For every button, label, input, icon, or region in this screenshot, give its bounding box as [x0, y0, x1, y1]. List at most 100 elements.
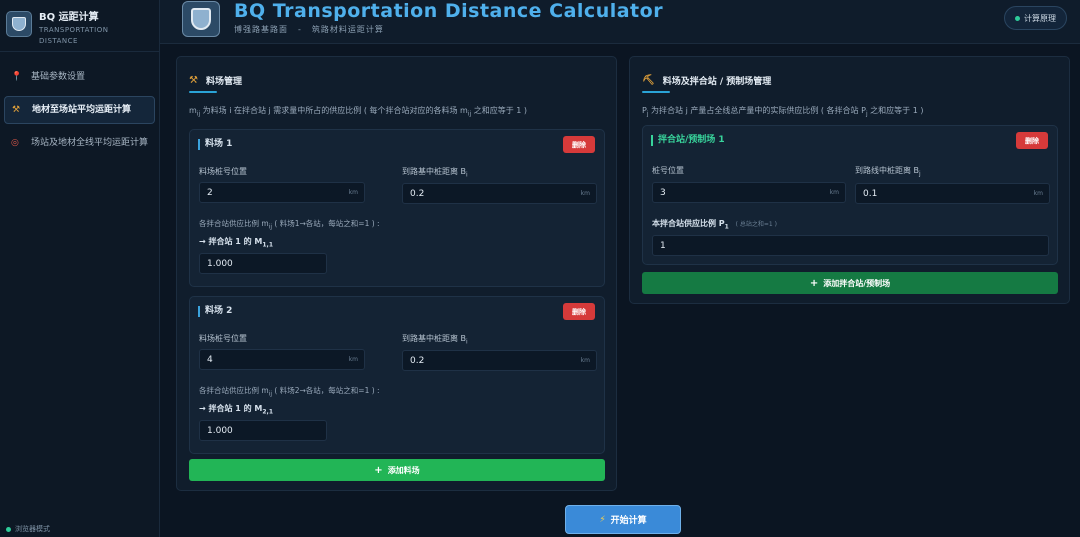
ratio-description: 各拌合站供应比例 mij ( 料场1→各站，每站之和=1 ) :	[199, 218, 380, 231]
ratio-description: 各拌合站供应比例 mij ( 料场2→各站，每站之和=1 ) :	[199, 385, 380, 398]
desc-suffix: 之和应等于 1 )	[867, 106, 924, 115]
ratio-label: → 拌合站 1 的 M2,1	[199, 403, 273, 416]
unit-label: km	[580, 190, 590, 197]
station-panel: ⛏ 料场及拌合站 / 预制场管理 Pj 为拌合站 j 产量占全线总产量中的实际供…	[629, 56, 1070, 304]
add-material-yard-button[interactable]: + 添加料场	[189, 459, 605, 481]
ratio-input[interactable]: 1	[652, 235, 1049, 256]
add-station-button[interactable]: + 添加拌合站/预制场	[642, 272, 1058, 294]
ratio-input[interactable]: 1.000	[199, 253, 327, 274]
ratio-desc-text: 各拌合站供应比例 m	[199, 386, 269, 395]
desc-main: 为料场 i 在拌合站 j 需求量中所占的供应比例 ( 每个拌合站对应的各料场 m	[200, 106, 468, 115]
status-dot-icon	[1015, 15, 1020, 21]
dist-label-text: 到路基中桩距离 B	[402, 334, 467, 343]
dist-value: 0.2	[410, 188, 425, 199]
unit-label: km	[829, 189, 839, 196]
browser-mode-status: 浏览器模式	[6, 524, 50, 534]
desc-suffix: 之和应等于 1 )	[471, 106, 528, 115]
dist-label-text: 到路基中桩距离 B	[402, 167, 467, 176]
ratio-desc-text: 各拌合站供应比例 m	[199, 219, 269, 228]
construction-icon: ⛏	[642, 74, 655, 86]
theory-button[interactable]: 计算原理	[1004, 6, 1067, 30]
desc-prefix: m	[189, 106, 197, 115]
pos-value: 2	[207, 187, 213, 198]
add-button-label: 添加料场	[387, 465, 420, 475]
card-title: 拌合站/预制场 1	[651, 135, 725, 146]
lightning-icon: ⚡	[599, 514, 606, 525]
calc-button-label: 开始计算	[610, 516, 647, 526]
pos-label: 桩号位置	[652, 166, 684, 175]
browser-mode-label: 浏览器模式	[15, 525, 50, 533]
sidebar-item-label: 基础参数设置	[31, 72, 86, 82]
station-card: 拌合站/预制场 1 删除 桩号位置 3 km 到路线中桩距离 Bj 0.1 km…	[642, 125, 1058, 265]
pos-value: 4	[207, 354, 213, 365]
sidebar-item-label: 地材至场站平均运距计算	[32, 105, 132, 115]
unit-label: km	[348, 356, 358, 363]
ratio-label-sub: 2,1	[262, 408, 274, 416]
start-calculation-button[interactable]: ⚡ 开始计算	[565, 505, 681, 534]
ratio-label-sub: 1,1	[262, 241, 274, 249]
panel-title: ⚒ 料场管理	[177, 57, 616, 91]
material-yard-card: 料场 1 删除 料场桩号位置 2 km 到路基中桩距离 Bi 0.2 km 各拌…	[189, 129, 605, 287]
brand-subtitle: TRANSPORTATION DISTANCE	[39, 26, 109, 45]
ratio-label-text: → 拌合站 1 的 M	[199, 237, 263, 246]
panel-description: Pj 为拌合站 j 产量占全线总产量中的实际供应比例 ( 各拌合站 Pj 之和应…	[630, 93, 1069, 121]
ratio-value: 1.000	[207, 258, 233, 269]
ratio-desc-suffix: ( 料场1→各站，每站之和=1 ) :	[272, 219, 380, 228]
dist-sub: i	[466, 338, 468, 346]
ratio-value: 1	[660, 240, 666, 251]
ratio-label: 本拌合站供应比例 P1 ( 总站之和=1 )	[652, 218, 777, 231]
panel-title-text: 料场管理	[205, 76, 242, 87]
add-button-label: 添加拌合站/预制场	[823, 278, 891, 288]
pos-input[interactable]: 3 km	[652, 182, 846, 203]
sidebar-item-material-to-station[interactable]: ⚒ 地材至场站平均运距计算	[4, 96, 155, 124]
pos-input[interactable]: 4 km	[199, 349, 365, 370]
ratio-input[interactable]: 1.000	[199, 420, 327, 441]
dist-input[interactable]: 0.2 km	[402, 350, 597, 371]
ratio-label: → 拌合站 1 的 M1,1	[199, 236, 273, 249]
dist-sub: j	[919, 170, 921, 178]
ratio-value: 1.000	[207, 425, 233, 436]
dist-label: 到路线中桩距离 Bj	[855, 165, 921, 178]
dist-input[interactable]: 0.1 km	[855, 183, 1050, 204]
pos-value: 3	[660, 187, 666, 198]
dist-sub: i	[466, 171, 468, 179]
sidebar-item-label: 场站及地材全线平均运距计算	[31, 138, 149, 148]
unit-label: km	[1033, 190, 1043, 197]
dist-value: 0.2	[410, 355, 425, 366]
material-yard-panel: ⚒ 料场管理 mij 为料场 i 在拌合站 j 需求量中所占的供应比例 ( 每个…	[176, 56, 617, 491]
sidebar-item-basic-params[interactable]: 📍 基础参数设置	[4, 64, 155, 90]
app-title: BQ Transportation Distance Calculator	[234, 0, 664, 22]
desc-main: 为拌合站 j 产量占全线总产量中的实际供应比例 ( 各拌合站 P	[648, 106, 866, 115]
pos-input[interactable]: 2 km	[199, 182, 365, 203]
plus-icon: +	[374, 464, 383, 476]
delete-button[interactable]: 删除	[1016, 132, 1048, 149]
header-logo-icon	[182, 1, 220, 37]
panel-description: mij 为料场 i 在拌合站 j 需求量中所占的供应比例 ( 每个拌合站对应的各…	[177, 93, 616, 121]
panel-title: ⛏ 料场及拌合站 / 预制场管理	[630, 57, 1069, 91]
ratio-label-text: 本拌合站供应比例 P	[652, 219, 725, 228]
dist-input[interactable]: 0.2 km	[402, 183, 597, 204]
brand: BQ 运距计算 TRANSPORTATION DISTANCE	[0, 0, 159, 52]
panel-title-text: 料场及拌合站 / 预制场管理	[662, 76, 772, 87]
plus-icon: +	[809, 277, 819, 289]
delete-button[interactable]: 删除	[563, 136, 595, 153]
unit-label: km	[580, 357, 590, 364]
theory-button-label: 计算原理	[1024, 13, 1056, 23]
subtitle-sep: -	[298, 25, 302, 34]
material-yard-card: 料场 2 删除 料场桩号位置 4 km 到路基中桩距离 Bi 0.2 km 各拌…	[189, 296, 605, 454]
app-subtitle: 博强路基路面 - 筑路材料运距计算	[234, 24, 384, 35]
pin-icon: 📍	[11, 72, 23, 82]
card-title: 料场 2	[198, 306, 232, 317]
subtitle-left: 博强路基路面	[234, 25, 288, 34]
app-logo-icon	[6, 11, 32, 37]
card-title: 料场 1	[198, 139, 232, 150]
delete-button[interactable]: 删除	[563, 303, 595, 320]
pos-label: 料场桩号位置	[199, 167, 247, 176]
sidebar-item-full-line[interactable]: ◎ 场站及地材全线平均运距计算	[4, 130, 155, 156]
status-dot-icon	[6, 526, 11, 532]
ratio-hint: ( 总站之和=1 )	[735, 221, 777, 228]
pos-label: 料场桩号位置	[199, 334, 247, 343]
dist-label: 到路基中桩距离 Bi	[402, 166, 468, 179]
hammer-icon: ⚒	[12, 105, 21, 115]
ratio-label-text: → 拌合站 1 的 M	[199, 404, 263, 413]
